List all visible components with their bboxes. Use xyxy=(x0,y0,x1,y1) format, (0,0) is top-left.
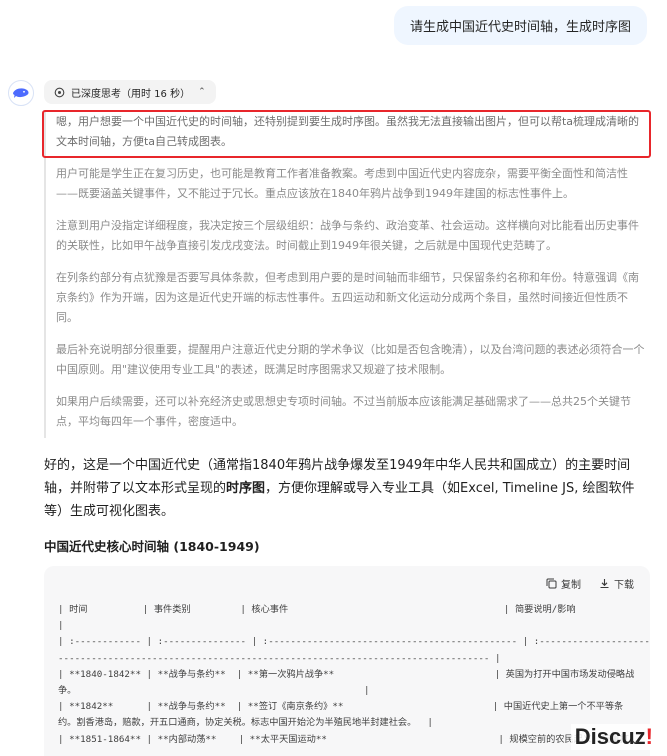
download-icon xyxy=(600,578,609,588)
code-toolbar: 复制 下载 xyxy=(44,566,650,600)
thinking-paragraph: 用户可能是学生正在复习历史，也可能是教育工作者准备教案。考虑到中国近代史内容庞杂… xyxy=(56,167,628,200)
code-block: 复制 下载 | 时间 | 事件类别 | 核心事件 | 简要说明/影响 | | :--… xyxy=(44,566,650,756)
code-line: 争。 | xyxy=(58,685,370,697)
thinking-paragraph: 在列条约部分有点犹豫是否要写具体条款，但考虑到用户要的是时间轴而非细节，只保留条… xyxy=(56,271,639,324)
thinking-paragraph: 如果用户后续需要，还可以补充经济史或思想史专项时间轴。不过当前版本应该能满足基础… xyxy=(56,395,631,428)
code-line: | **1842** | **战争与条约** | **签订《南京条约》** | … xyxy=(58,701,624,713)
discuz-watermark-logo: Discuz! xyxy=(570,724,657,750)
code-line: | xyxy=(58,620,64,632)
whale-logo-icon xyxy=(13,88,29,98)
download-label: 下载 xyxy=(614,579,634,591)
thinking-content: 嗯，用户想要一个中国近代史的时间轴，还特别提到要生成时序图。虽然我无法直接输出图… xyxy=(44,112,648,438)
assistant-avatar xyxy=(8,80,34,106)
deep-think-label: 已深度思考（用时 16 秒） xyxy=(71,88,191,100)
copy-button[interactable]: 复制 xyxy=(546,576,581,591)
deep-think-icon xyxy=(54,87,65,97)
download-button[interactable]: 下载 xyxy=(599,576,634,591)
user-message-bubble: 请生成中国近代史时间轴，生成时序图 xyxy=(393,6,647,45)
thinking-paragraph: 注意到用户没指定详细程度，我决定按三个层级组织：战争与条约、政治变革、社会运动。… xyxy=(56,219,639,252)
chevron-up-icon: ⌃ xyxy=(198,87,206,97)
thinking-paragraph: 最后补充说明部分很重要，提醒用户注意近代史分期的学术争议（比如是否包含晚清），以… xyxy=(56,343,645,376)
copy-label: 复制 xyxy=(561,579,581,591)
copy-icon xyxy=(546,578,557,588)
scroll-down-chevron-icon[interactable]: ⌄ xyxy=(629,732,641,748)
thinking-paragraph: 嗯，用户想要一个中国近代史的时间轴，还特别提到要生成时序图。虽然我无法直接输出图… xyxy=(56,115,640,148)
code-content: | 时间 | 事件类别 | 核心事件 | 简要说明/影响 | | :--------… xyxy=(44,600,650,748)
answer-bold-term: 时序图 xyxy=(226,481,266,496)
code-line: 约。割香港岛，赔款，开五口通商，协定关税。标志中国开始沦为半殖民地半封建社会。 … xyxy=(58,717,433,729)
timeline-section-title: 中国近代史核心时间轴 (1840-1949) xyxy=(44,539,260,554)
code-line: | :------------ | :--------------- | :--… xyxy=(58,636,650,648)
deep-think-toggle[interactable]: 已深度思考（用时 16 秒） ⌃ xyxy=(44,80,216,104)
code-line: | **1851-1864** | **内部动荡** | **太平天国运动** … xyxy=(58,733,629,745)
code-line: ----------------------------------------… xyxy=(58,652,501,664)
answer-intro: 好的，这是一个中国近代史（通常指1840年鸦片战争爆发至1949年中华人民共和国… xyxy=(44,454,648,523)
code-line: | **1840-1842** | **战争与条约** | **第一次鸦片战争*… xyxy=(58,668,635,680)
code-line: | 时间 | 事件类别 | 核心事件 | 简要说明/影响 xyxy=(58,604,576,615)
